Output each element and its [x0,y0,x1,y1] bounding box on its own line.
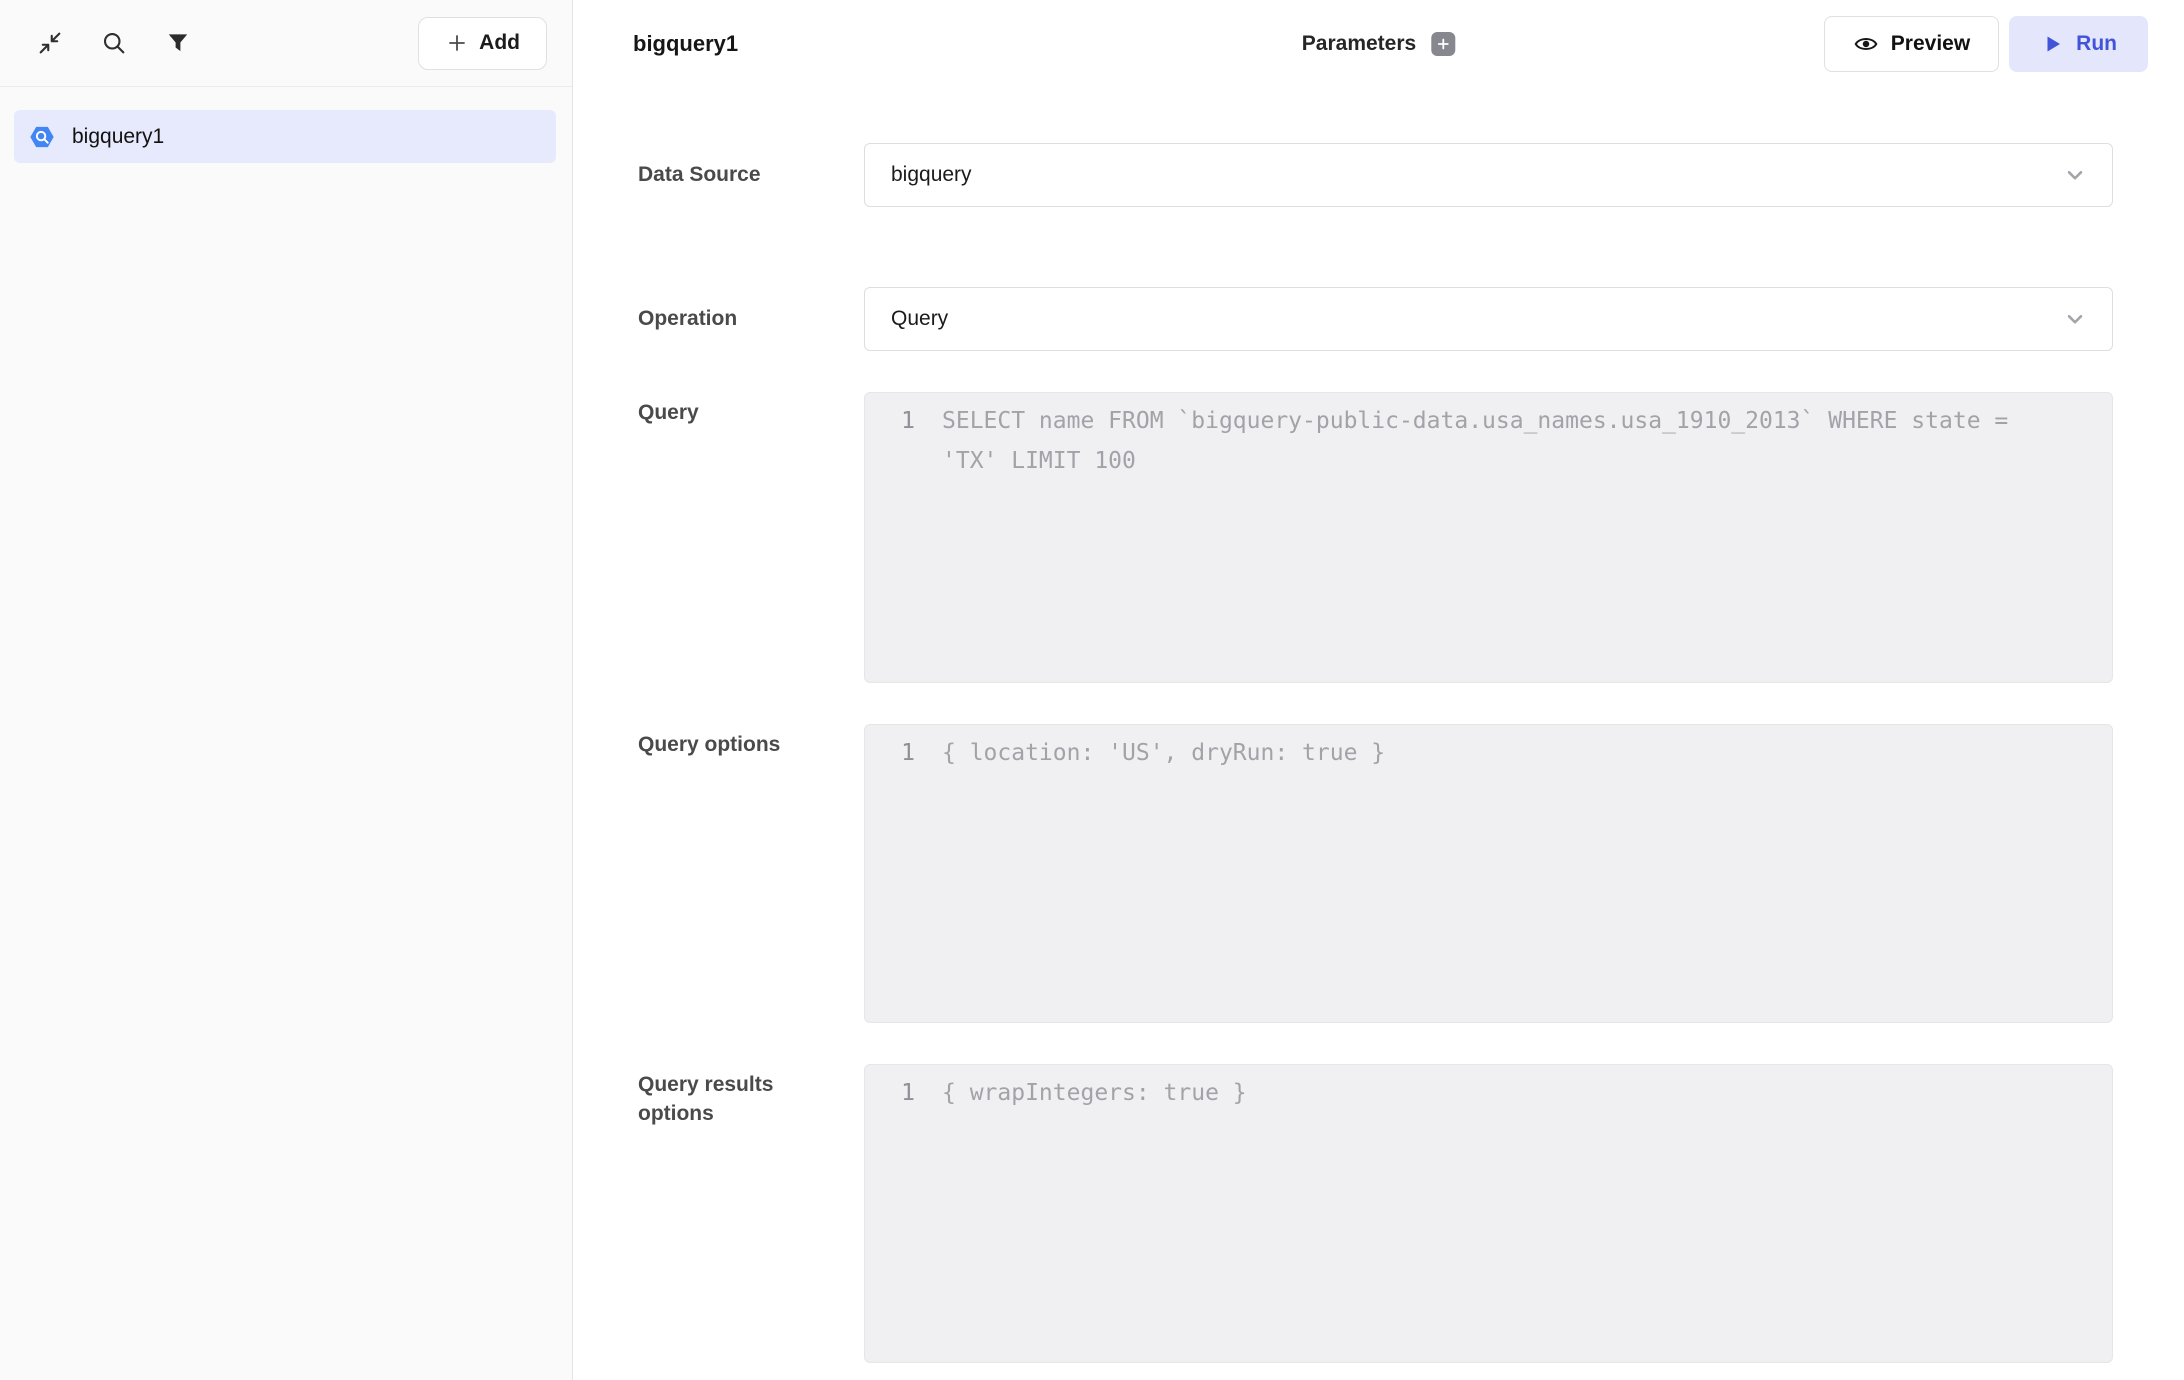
field-query-options: Query options 1 { location: 'US', dryRun… [638,724,2113,1023]
sidebar-item-bigquery1[interactable]: bigquery1 [14,110,556,163]
chevron-down-icon [2062,162,2088,188]
field-operation: Operation Query [638,287,2113,351]
run-button-label: Run [2076,32,2117,56]
query-label: Query [638,392,864,683]
run-button[interactable]: Run [2009,16,2148,72]
header-actions: Preview Run [1824,16,2148,72]
sidebar-toolbar: Add [0,0,572,87]
query-options-label: Query options [638,724,864,1023]
data-source-label: Data Source [638,160,864,189]
operation-label: Operation [638,304,864,333]
field-data-source: Data Source bigquery [638,143,2113,207]
line-number: 1 [865,733,915,1022]
preview-button-label: Preview [1891,32,1970,56]
operation-select[interactable]: Query [864,287,2113,351]
query-options-placeholder: { location: 'US', dryRun: true } [942,733,2056,1022]
search-icon[interactable] [100,29,128,57]
field-query-results-options: Query results options 1 { wrapIntegers: … [638,1064,2113,1363]
chevron-down-icon [2062,306,2088,332]
query-results-options-editor[interactable]: 1 { wrapIntegers: true } [864,1064,2113,1363]
collapse-icon[interactable] [36,29,64,57]
play-icon [2040,32,2064,56]
add-button-label: Add [479,31,520,55]
plus-icon [445,31,469,55]
query-form: Data Source bigquery Operation Query [573,87,2184,1380]
query-results-options-label: Query results options [638,1064,864,1363]
preview-button[interactable]: Preview [1824,16,1999,72]
sidebar-item-label: bigquery1 [72,125,164,149]
field-query: Query 1 SELECT name FROM `bigquery-publi… [638,392,2113,683]
add-parameter-button[interactable] [1431,32,1455,56]
bigquery-icon [28,123,56,151]
query-options-editor[interactable]: 1 { location: 'US', dryRun: true } [864,724,2113,1023]
page-title: bigquery1 [633,31,738,57]
line-number: 1 [865,1073,915,1362]
filter-icon[interactable] [164,29,192,57]
query-results-options-placeholder: { wrapIntegers: true } [942,1073,2056,1362]
operation-value: Query [891,307,2062,331]
sidebar: Add bigquery1 [0,0,573,1380]
data-source-select[interactable]: bigquery [864,143,2113,207]
parameters-group: Parameters [1302,32,1455,56]
data-source-value: bigquery [891,163,2062,187]
add-button[interactable]: Add [418,17,547,70]
eye-icon [1853,31,1879,57]
query-editor[interactable]: 1 SELECT name FROM `bigquery-public-data… [864,392,2113,683]
query-editor-placeholder: SELECT name FROM `bigquery-public-data.u… [942,401,2056,682]
query-list: bigquery1 [0,87,572,163]
parameters-label: Parameters [1302,32,1416,56]
main-panel: bigquery1 Parameters Preview [573,0,2184,1380]
main-header: bigquery1 Parameters Preview [573,0,2184,87]
line-number: 1 [865,401,915,682]
